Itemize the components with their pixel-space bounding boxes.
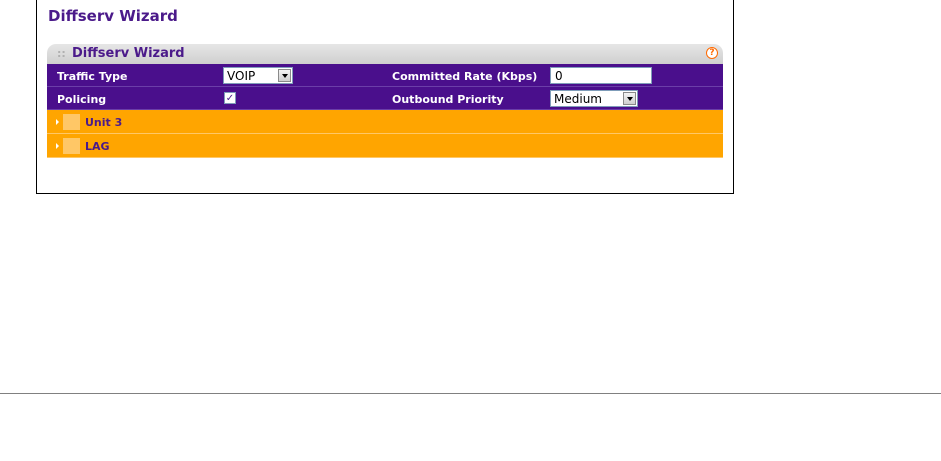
panel-header: :: Diffserv Wizard ? (47, 44, 723, 64)
outbound-priority-value: Medium (554, 92, 602, 106)
outbound-priority-select[interactable]: Medium (550, 90, 638, 107)
committed-rate-label: Committed Rate (Kbps) (392, 70, 538, 83)
help-icon[interactable]: ? (706, 47, 718, 59)
committed-rate-input[interactable] (550, 67, 652, 84)
section-lag[interactable]: LAG (47, 134, 723, 158)
expand-arrow-icon[interactable] (56, 119, 59, 125)
policing-label: Policing (57, 93, 107, 106)
form-row-traffic-type: Traffic Type VOIP Committed Rate (Kbps) (47, 64, 723, 87)
section-toggle-box (63, 114, 80, 130)
traffic-type-value: VOIP (227, 69, 256, 83)
expand-arrow-icon[interactable] (56, 143, 59, 149)
wizard-frame: Diffserv Wizard :: Diffserv Wizard ? Tra… (36, 0, 734, 194)
chevron-down-icon[interactable] (623, 92, 636, 105)
panel-title: Diffserv Wizard (72, 46, 185, 61)
section-toggle-box (63, 138, 80, 154)
section-label: LAG (85, 140, 110, 153)
outbound-priority-label: Outbound Priority (392, 93, 504, 106)
policing-checkbox[interactable]: ✓ (224, 92, 236, 104)
diffserv-wizard-panel: :: Diffserv Wizard ? Traffic Type VOIP C… (47, 44, 723, 158)
traffic-type-select[interactable]: VOIP (223, 67, 293, 84)
panel-grip-icon: :: (57, 47, 66, 60)
form-row-policing: Policing ✓ Outbound Priority Medium (47, 87, 723, 110)
page-title: Diffserv Wizard (48, 7, 178, 25)
section-label: Unit 3 (85, 116, 123, 129)
chevron-down-icon[interactable] (278, 69, 291, 82)
bottom-divider (0, 393, 941, 394)
traffic-type-label: Traffic Type (57, 70, 128, 83)
section-unit-3[interactable]: Unit 3 (47, 110, 723, 134)
